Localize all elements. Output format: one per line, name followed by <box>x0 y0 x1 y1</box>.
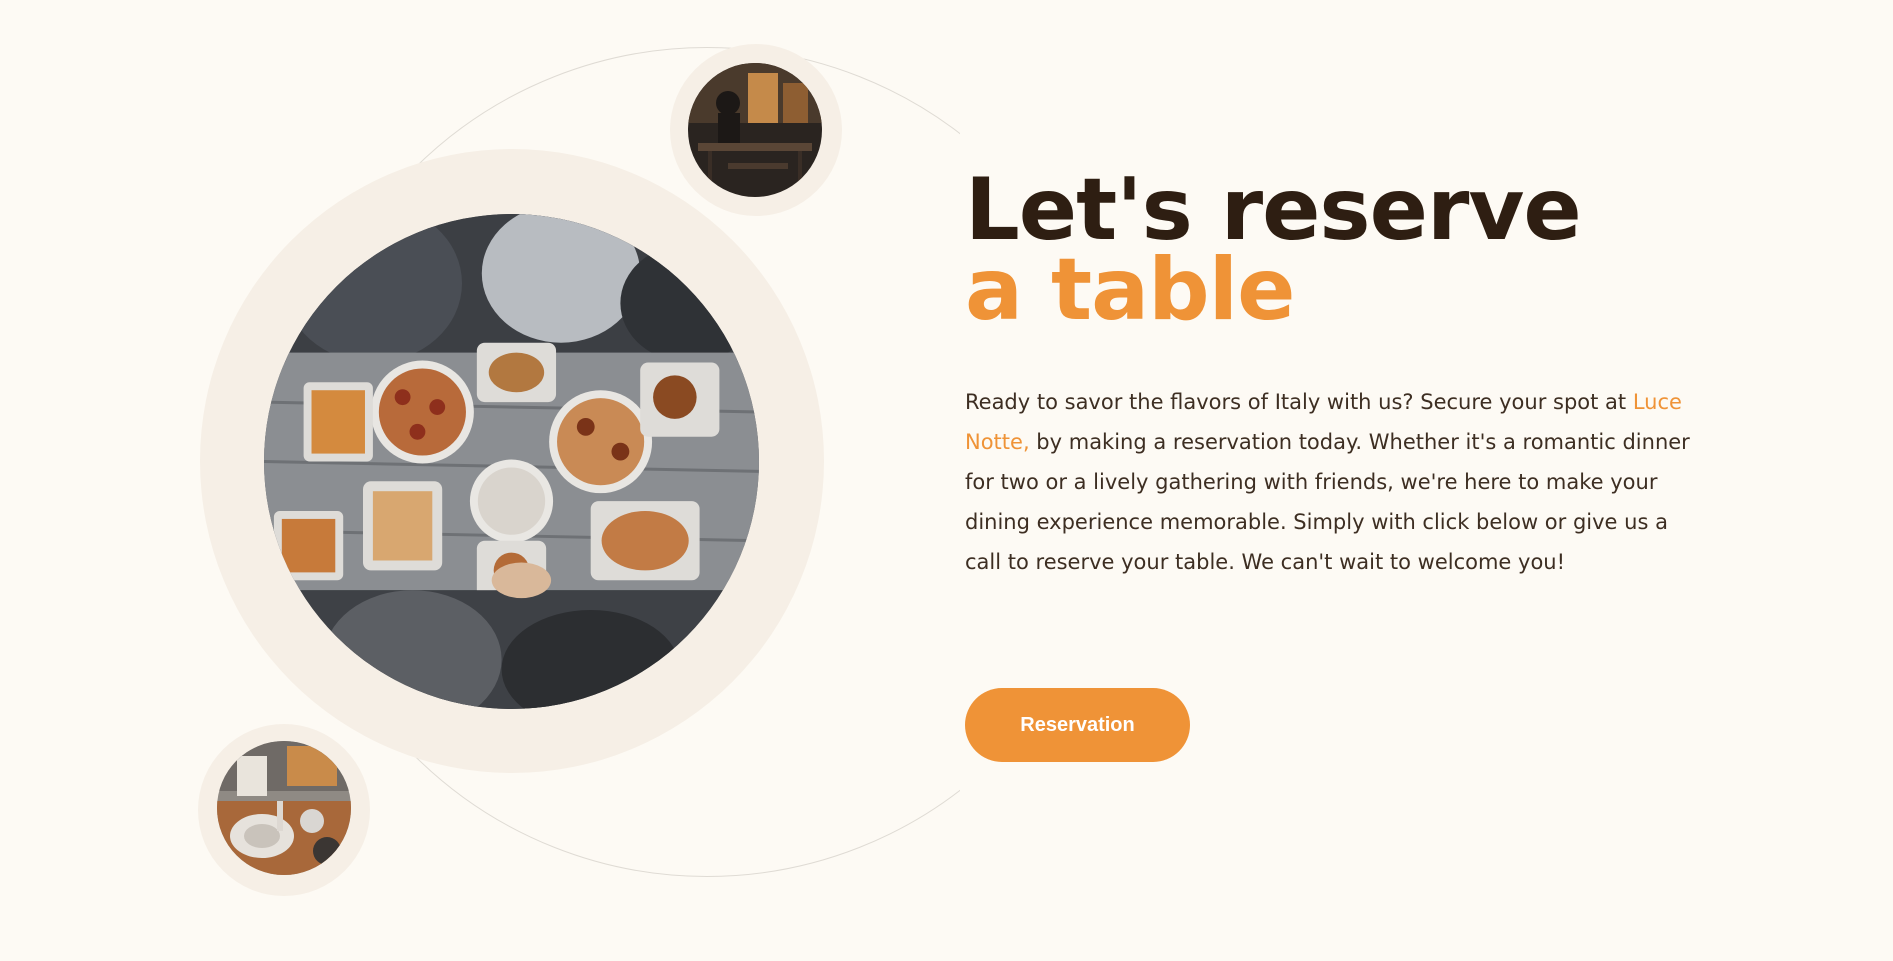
intro-text-start: Ready to savor the flavors of Italy with… <box>965 390 1633 414</box>
reservation-button[interactable]: Reservation <box>965 688 1190 762</box>
intro-paragraph: Ready to savor the flavors of Italy with… <box>965 382 1705 582</box>
photo-collage <box>0 0 960 961</box>
restaurant-interior-photo <box>688 63 822 197</box>
headline: Let's reserve a table <box>965 160 1725 340</box>
dining-table-photo <box>217 741 351 875</box>
headline-line-1: Let's reserve <box>965 160 1582 260</box>
intro-text-end: by making a reservation today. Whether i… <box>965 430 1690 574</box>
headline-line-2: a table <box>965 240 1295 340</box>
reservation-section: Let's reserve a table Ready to savor the… <box>0 0 1893 961</box>
main-food-photo <box>264 214 759 709</box>
reservation-content: Let's reserve a table Ready to savor the… <box>965 160 1725 762</box>
